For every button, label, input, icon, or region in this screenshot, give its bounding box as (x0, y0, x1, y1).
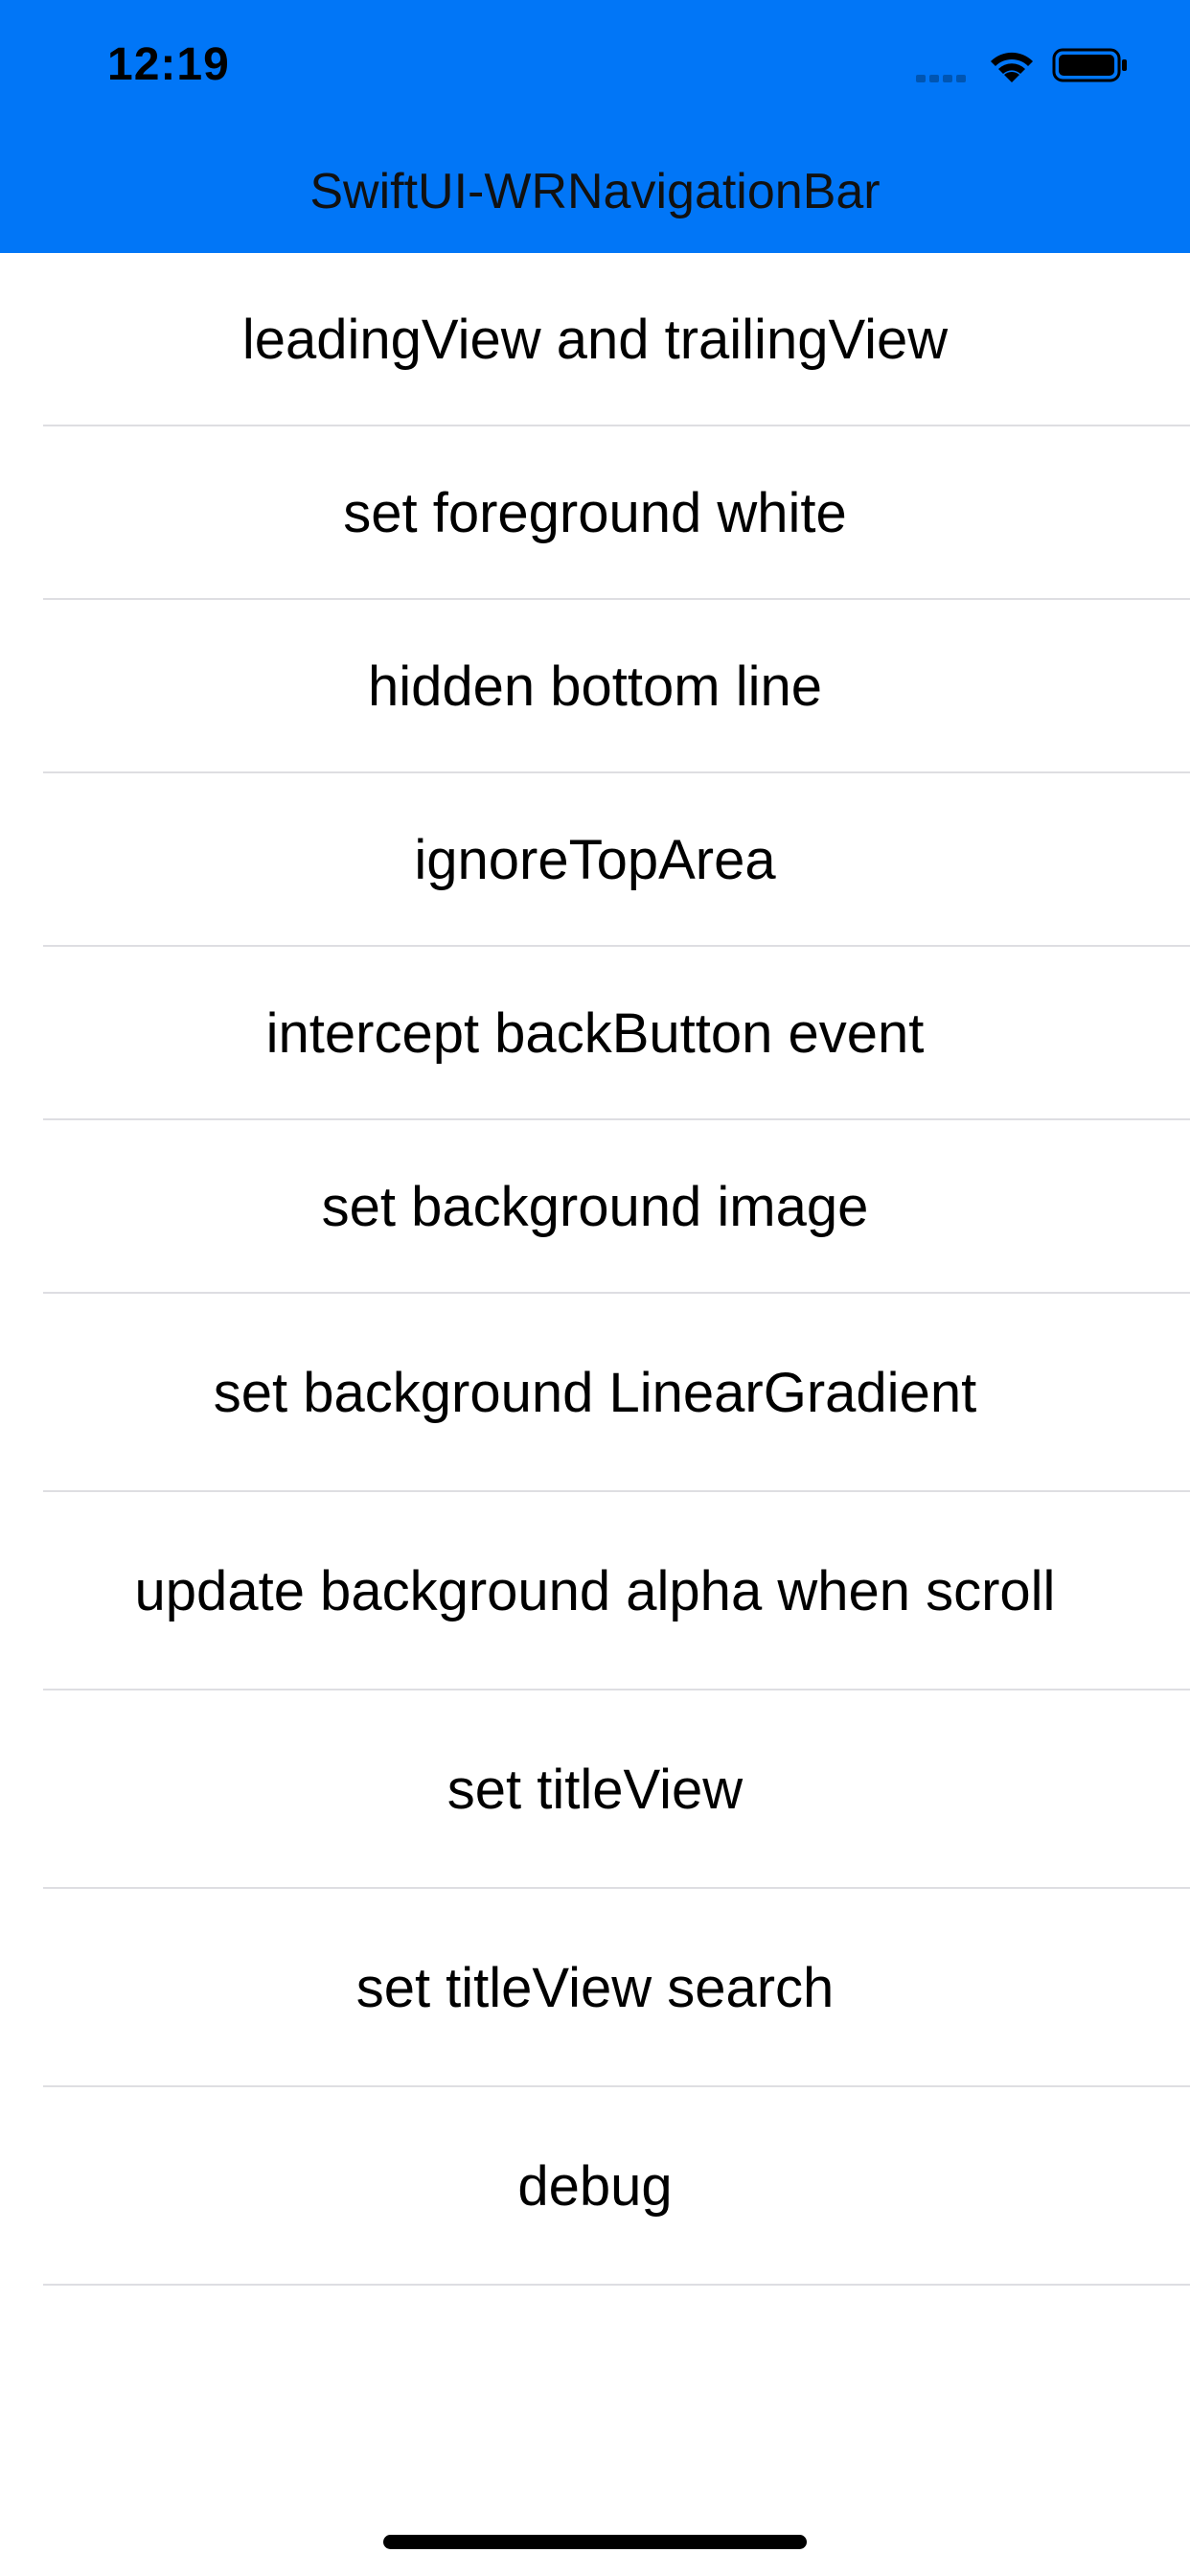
list-item-ignore-top-area[interactable]: ignoreTopArea (0, 773, 1190, 947)
list-item-label: set titleView (446, 1758, 744, 1821)
list-item-label: leadingView and trailingView (241, 308, 949, 371)
battery-icon (1052, 48, 1127, 82)
list-item-label: set titleView search (355, 1956, 835, 2019)
list-item-label: set foreground white (343, 481, 847, 544)
navigation-title: SwiftUI-WRNavigationBar (309, 164, 881, 219)
navigation-header: 12:19 SwiftUI-WRNavigationBar (0, 0, 1190, 253)
row-separator (43, 2284, 1190, 2286)
signal-bar (956, 75, 966, 82)
list-item-label: set background image (321, 1175, 869, 1238)
menu-list: leadingView and trailingView set foregro… (0, 253, 1190, 2286)
list-item-label: set background LinearGradient (213, 1361, 977, 1424)
list-item-background-image[interactable]: set background image (0, 1120, 1190, 1294)
home-indicator[interactable] (383, 2535, 807, 2549)
list-item-background-alpha-scroll[interactable]: update background alpha when scroll (0, 1492, 1190, 1690)
status-time: 12:19 (107, 39, 230, 90)
signal-bar (943, 75, 952, 82)
list-item-label: update background alpha when scroll (134, 1559, 1056, 1622)
list-item-title-view-search[interactable]: set titleView search (0, 1889, 1190, 2087)
list-item-debug[interactable]: debug (0, 2087, 1190, 2286)
list-item-label: debug (517, 2154, 673, 2218)
list-item-intercept-back-button[interactable]: intercept backButton event (0, 947, 1190, 1120)
cellular-signal-icon (916, 71, 970, 82)
list-item-title-view[interactable]: set titleView (0, 1690, 1190, 1889)
list-item-leadingview-trailingview[interactable]: leadingView and trailingView (0, 253, 1190, 426)
signal-bar (929, 75, 939, 82)
list-item-label: ignoreTopArea (414, 828, 776, 891)
list-item-label: hidden bottom line (368, 655, 822, 718)
list-item-linear-gradient[interactable]: set background LinearGradient (0, 1294, 1190, 1492)
signal-bar (916, 75, 926, 82)
list-item-label: intercept backButton event (265, 1001, 925, 1065)
wifi-icon (991, 52, 1033, 82)
list-item-hidden-bottom-line[interactable]: hidden bottom line (0, 600, 1190, 773)
list-item-foreground-white[interactable]: set foreground white (0, 426, 1190, 600)
